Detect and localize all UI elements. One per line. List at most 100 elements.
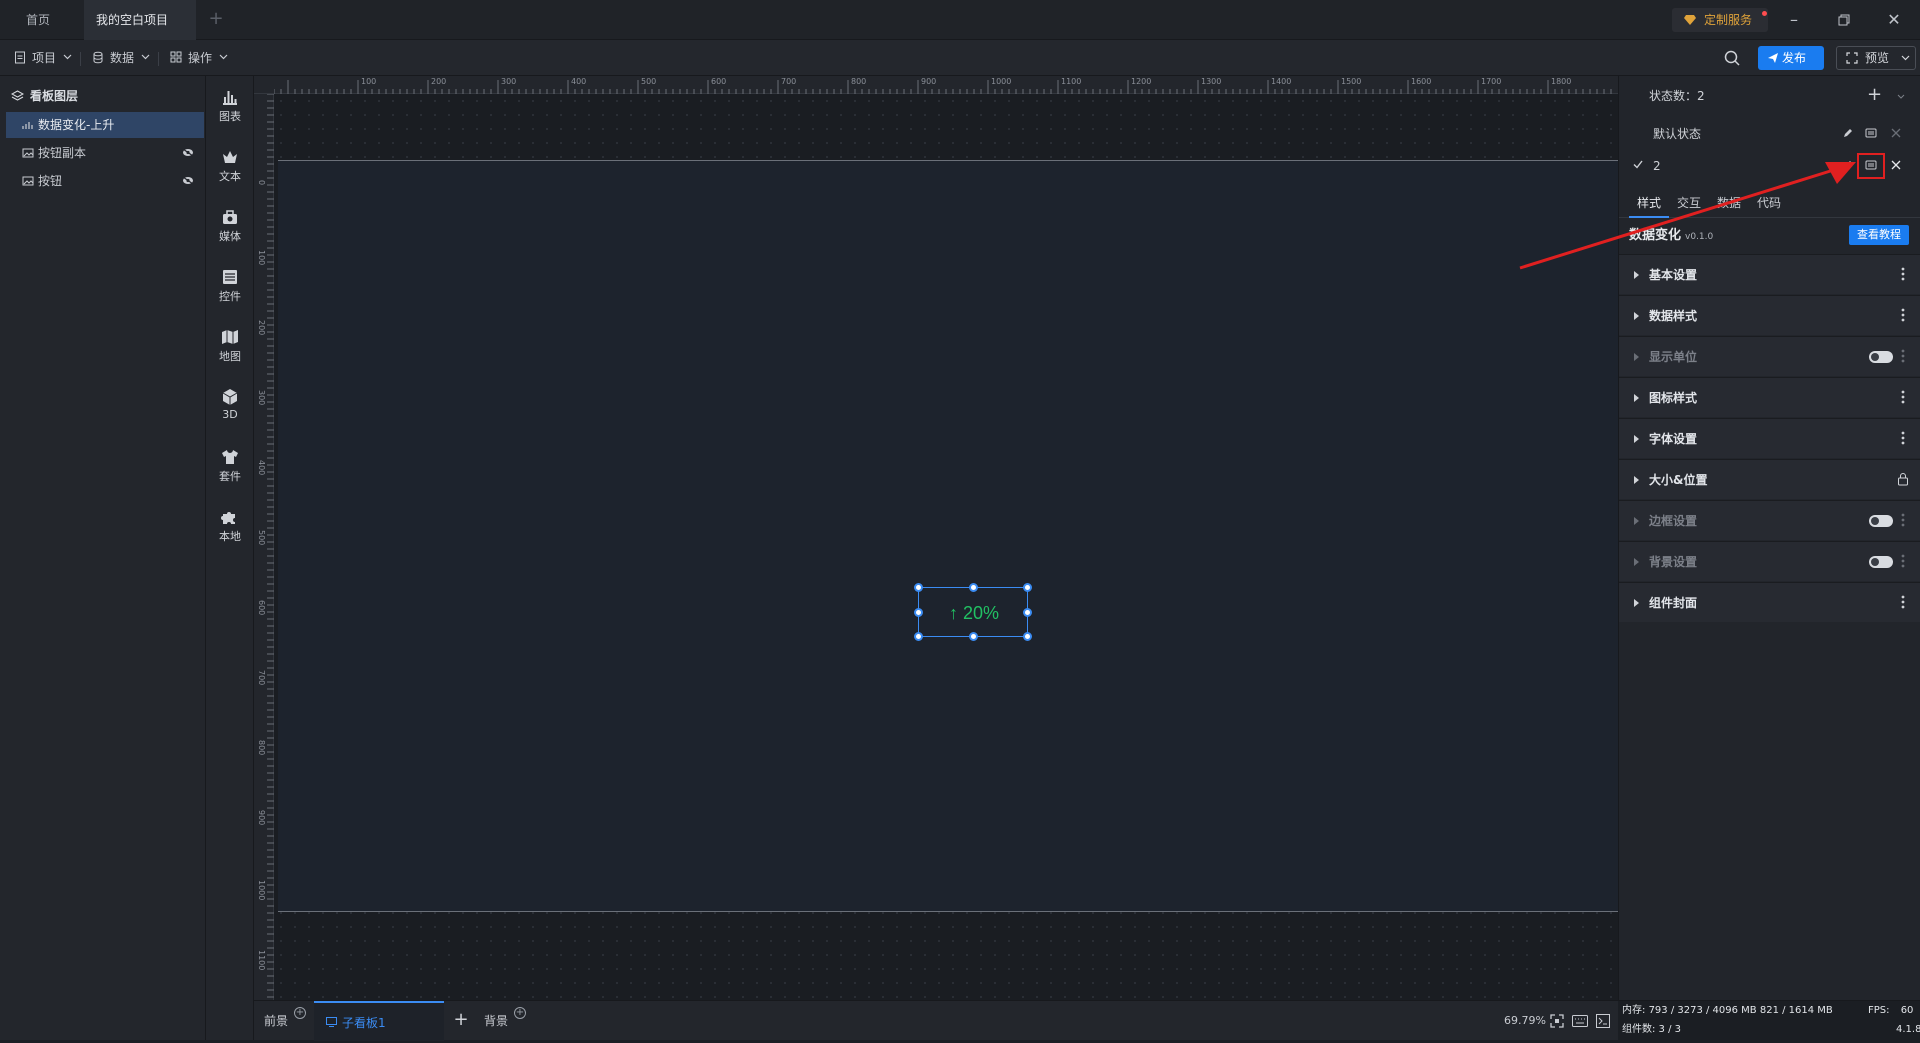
caret-right-icon [1634,517,1639,525]
tool-text[interactable]: 文本 [206,140,254,196]
data-change-widget[interactable]: ↑ 20% [914,583,1032,641]
custom-service-button[interactable]: 定制服务 [1672,8,1768,32]
ruler-top-label: 1800 [1551,77,1572,86]
delete-icon[interactable] [1891,128,1901,138]
ruler-left[interactable]: 0 100 200 300 400 500 600 700 800 900 1000 1100 [254,94,274,1000]
tool-map[interactable]: 地图 [206,320,254,376]
delete-icon[interactable] [1891,160,1901,170]
edit-icon[interactable] [1843,128,1853,138]
tool-chart[interactable]: 图表 [206,80,254,136]
ruler-left-label: 0 [257,180,266,186]
layer-item-button-copy[interactable]: 按钮副本 [6,140,204,166]
fit-screen-icon[interactable] [1550,1014,1564,1028]
close-window-icon[interactable]: ✕ [1882,8,1906,32]
layers-panel: 看板图层 数据变化-上升 按钮副本 按钮 [0,76,206,1040]
terminal-icon[interactable] [1596,1014,1610,1028]
lock-icon[interactable] [1897,472,1909,486]
keyboard-icon[interactable] [1572,1015,1588,1027]
tool-media[interactable]: 媒体 [206,200,254,256]
more-icon[interactable] [1901,554,1905,568]
layer-item-data-change[interactable]: 数据变化-上升 [6,112,204,138]
more-icon[interactable] [1901,513,1905,527]
resize-handle-s[interactable] [969,632,978,641]
publish-button[interactable]: 发布 [1758,46,1824,70]
chart-icon [223,91,237,105]
more-icon[interactable] [1901,267,1905,281]
restore-icon[interactable] [1832,8,1856,32]
state-row-default[interactable]: 默认状态 [1619,118,1920,150]
menu-operation-label: 操作 [188,51,213,65]
menu-data[interactable]: 数据 [90,48,150,68]
ruler-left-label: 100 [257,250,266,266]
more-icon[interactable] [1901,308,1905,322]
more-icon[interactable] [1901,390,1905,404]
add-state-icon[interactable]: + [1867,86,1883,106]
section-5[interactable]: 大小&位置 [1619,459,1920,499]
add-background-icon[interactable]: + [514,1007,526,1019]
toggle-switch[interactable] [1869,351,1893,363]
ruler-top[interactable]: 100 200 300 400 500 600 700 800 900 1000 1100 1200 1… [254,76,1618,94]
copy-state-icon[interactable] [1865,128,1877,138]
add-tab-icon[interactable]: + [206,10,226,30]
menu-operation[interactable]: 操作 [168,48,228,68]
section-3[interactable]: 图标样式 [1619,377,1920,417]
tool-widget[interactable]: 控件 [206,260,254,316]
section-label: 显示单位 [1649,350,1698,364]
add-board-icon[interactable]: + [452,1011,470,1029]
menu-project[interactable]: 项目 [12,48,72,68]
ruler-top-label: 700 [781,77,797,86]
dashboard-board[interactable]: ↑ 20% [278,160,1618,912]
section-4[interactable]: 字体设置 [1619,418,1920,458]
minimize-icon[interactable]: – [1782,8,1806,32]
tab-background[interactable]: 背景 [484,1001,508,1041]
resize-handle-se[interactable] [1023,632,1032,641]
canvas-area[interactable]: 100 200 300 400 500 600 700 800 900 1000 1100 1200 1… [254,76,1618,1000]
section-2[interactable]: 显示单位 [1619,336,1920,376]
chevron-down-icon[interactable] [1897,94,1905,99]
search-icon[interactable] [1724,50,1740,66]
tool-local[interactable]: 本地 [206,500,254,556]
eye-hidden-icon[interactable] [182,148,194,157]
add-foreground-icon[interactable]: + [294,1007,306,1019]
section-6[interactable]: 边框设置 [1619,500,1920,540]
resize-handle-e[interactable] [1023,608,1032,617]
more-icon[interactable] [1901,595,1905,609]
resize-handle-nw[interactable] [914,583,923,592]
tab-foreground[interactable]: 前景 [264,1001,288,1041]
resize-handle-ne[interactable] [1023,583,1032,592]
map-icon [222,330,238,344]
more-icon[interactable] [1901,431,1905,445]
section-7[interactable]: 背景设置 [1619,541,1920,581]
section-8[interactable]: 组件封面 [1619,582,1920,622]
zoom-level[interactable]: 69.79% [1504,1001,1546,1041]
ruler-top-label: 800 [851,77,867,86]
resize-handle-w[interactable] [914,608,923,617]
data-change-value: ↑ 20% [919,588,1029,638]
section-label: 数据样式 [1649,309,1698,323]
ruler-left-label: 700 [257,670,266,686]
preview-button[interactable]: 预览 [1836,46,1916,70]
tool-3d[interactable]: 3D [206,380,254,436]
chevron-down-icon [1901,55,1910,61]
section-label: 边框设置 [1649,514,1698,528]
resize-handle-sw[interactable] [914,632,923,641]
resize-handle-n[interactable] [969,583,978,592]
up-arrow-icon: ↑ [948,603,958,623]
toggle-switch[interactable] [1869,515,1893,527]
section-1[interactable]: 数据样式 [1619,295,1920,335]
chevron-down-icon [141,54,150,60]
toggle-switch[interactable] [1869,556,1893,568]
eye-hidden-icon[interactable] [182,176,194,185]
layer-item-button[interactable]: 按钮 [6,168,204,194]
tab-home[interactable]: 首页 [14,0,62,40]
tab-project[interactable]: 我的空白项目 [84,0,196,65]
section-label: 字体设置 [1649,432,1698,446]
tab-subboard[interactable]: 子看板1 [314,1001,444,1041]
ruler-left-ticks [267,94,274,998]
ruler-left-label: 900 [257,810,266,826]
ruler-left-label: 400 [257,460,266,476]
widget-icon [223,270,237,284]
ruler-top-label: 400 [571,77,587,86]
tool-kit[interactable]: 套件 [206,440,254,496]
more-icon[interactable] [1901,349,1905,363]
